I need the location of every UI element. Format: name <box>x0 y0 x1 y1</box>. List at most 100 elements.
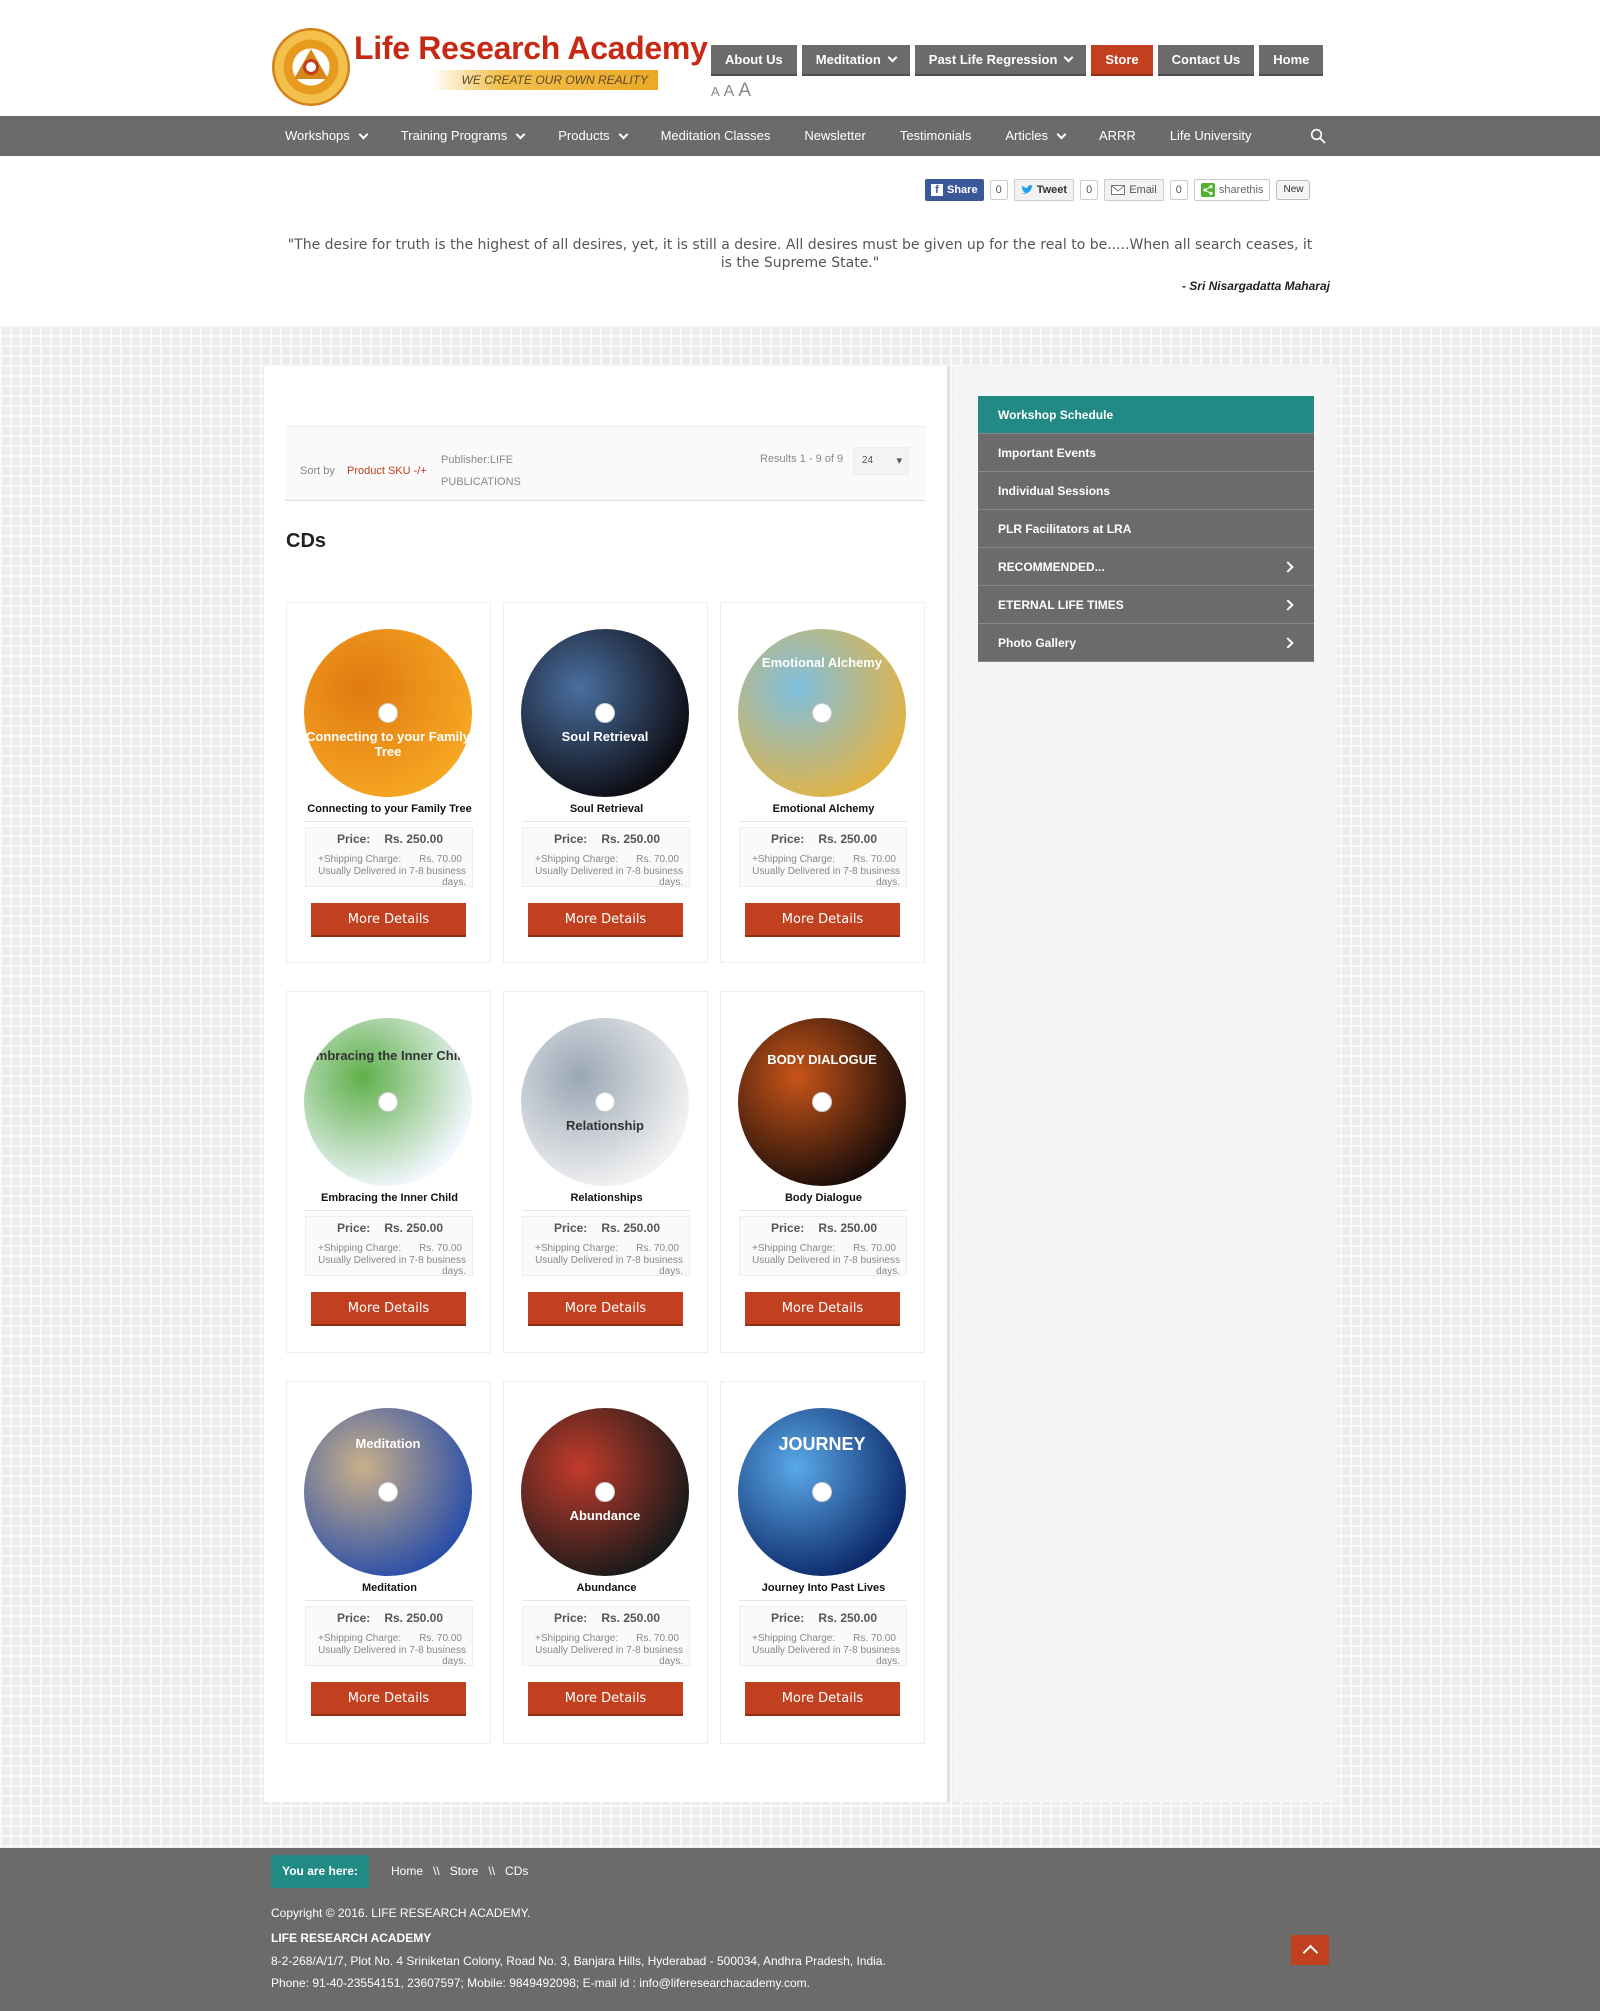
more-details-button[interactable]: More Details <box>528 1292 683 1326</box>
price-value: Rs. 250.00 <box>601 832 661 846</box>
product-name[interactable]: Soul Retrieval <box>504 803 709 815</box>
cd-cover-title: Relationship <box>565 1118 644 1133</box>
facebook-share-button[interactable]: f Share <box>925 179 984 201</box>
divider <box>522 821 690 822</box>
product-name[interactable]: Body Dialogue <box>721 1192 926 1204</box>
more-details-button[interactable]: More Details <box>528 903 683 937</box>
sidebar-item-label: PLR Facilitators at LRA <box>998 522 1132 536</box>
main-nav-products[interactable]: Products <box>558 116 629 156</box>
price-row: Price: Rs. 250.00 <box>306 1221 474 1235</box>
price-row: Price: Rs. 250.00 <box>740 1611 908 1625</box>
cd-cover-title: JOURNEY <box>778 1434 866 1454</box>
breadcrumb-item[interactable]: Store <box>450 1864 479 1878</box>
price-box: Price: Rs. 250.00 +Shipping Charge: Rs. 70.… <box>522 1216 690 1277</box>
product-name[interactable]: Embracing the Inner Child <box>287 1192 492 1204</box>
product-name[interactable]: Abundance <box>504 1582 709 1594</box>
site-logo[interactable]: Life Research Academy WE CREATE OUR OWN … <box>272 24 708 106</box>
product-name[interactable]: Journey Into Past Lives <box>721 1582 926 1594</box>
main-nav-workshops[interactable]: Workshops <box>285 116 369 156</box>
main-nav-arrr[interactable]: ARRR <box>1099 116 1136 156</box>
top-nav-meditation[interactable]: Meditation <box>801 45 910 76</box>
product-card: Emotional Alchemy Emotional Alchemy Price:… <box>720 602 925 963</box>
cd-hole <box>595 1092 615 1112</box>
sidebar-item-workshop-schedule[interactable]: Workshop Schedule <box>978 396 1314 434</box>
quote-text: "The desire for truth is the highest of … <box>287 237 1313 271</box>
sort-bar: Sort by Product SKU -/+ Publisher:LIFE P… <box>285 426 925 501</box>
more-details-button[interactable]: More Details <box>311 1292 466 1326</box>
price-value: Rs. 250.00 <box>818 1611 878 1625</box>
sort-label: Sort by <box>300 465 335 477</box>
divider <box>305 1600 473 1601</box>
main-nav-articles[interactable]: Articles <box>1005 116 1067 156</box>
sharethis-button[interactable]: sharethis <box>1193 179 1271 201</box>
sidebar-item-label: Photo Gallery <box>998 636 1077 650</box>
main-nav-label: Newsletter <box>804 128 866 143</box>
font-size-button[interactable]: A <box>711 84 720 99</box>
sidebar-item-important-events[interactable]: Important Events <box>978 434 1314 472</box>
per-page-select[interactable]: 24 <box>853 447 909 475</box>
main-nav-life-university[interactable]: Life University <box>1170 116 1252 156</box>
product-name[interactable]: Meditation <box>287 1582 492 1594</box>
footer-contact: Phone: 91-40-23554151, 23607597; Mobile:… <box>271 1976 810 1990</box>
main-nav-meditation-classes[interactable]: Meditation Classes <box>661 116 771 156</box>
shipping-value: Rs. 70.00 <box>636 1243 679 1254</box>
sidebar-item-recommended[interactable]: RECOMMENDED... <box>978 548 1314 586</box>
divider <box>739 821 907 822</box>
top-nav-home[interactable]: Home <box>1259 45 1324 76</box>
more-details-button[interactable]: More Details <box>745 1292 900 1326</box>
cd-hole <box>378 1482 398 1502</box>
cd-cover-image[interactable]: Emotional Alchemy <box>738 629 906 797</box>
main-nav-label: Life University <box>1169 128 1252 143</box>
main-navigation: Workshops Training Programs Products Medita… <box>0 116 1600 156</box>
sidebar-item-photo-gallery[interactable]: Photo Gallery <box>978 624 1314 662</box>
cd-cover-image[interactable]: Abundance <box>521 1408 689 1576</box>
shipping-label: +Shipping Charge: <box>318 854 402 865</box>
main-nav-label: Testimonials <box>899 128 972 143</box>
cd-cover-image[interactable]: Meditation <box>304 1408 472 1576</box>
cd-cover-title: Meditation <box>355 1436 421 1451</box>
email-share-button[interactable]: Email <box>1104 179 1164 201</box>
back-to-top-button[interactable] <box>1291 1935 1329 1965</box>
more-details-button[interactable]: More Details <box>311 1682 466 1716</box>
cd-cover-image[interactable]: Relationship <box>521 1018 689 1186</box>
delivery-info: Usually Delivered in 7-8 business days. <box>318 1645 466 1667</box>
cd-cover-image[interactable]: BODY DIALOGUE <box>738 1018 906 1186</box>
main-nav-testimonials[interactable]: Testimonials <box>900 116 972 156</box>
publisher-filter[interactable]: Publisher:LIFE PUBLICATIONS <box>441 449 531 493</box>
main-nav-newsletter[interactable]: Newsletter <box>804 116 865 156</box>
top-nav-past-life-regression[interactable]: Past Life Regression <box>914 45 1087 76</box>
cd-hole <box>812 1482 832 1502</box>
product-name[interactable]: Relationships <box>504 1192 709 1204</box>
breadcrumb-item[interactable]: Home <box>391 1864 423 1878</box>
product-card: Relationship Relationships Price: Rs. 250.0… <box>503 991 708 1353</box>
breadcrumb-item: CDs <box>505 1864 529 1878</box>
sidebar-item-individual-sessions[interactable]: Individual Sessions <box>978 472 1314 510</box>
footer-address: 8-2-268/A/1/7, Plot No. 4 Sriniketan Col… <box>271 1954 886 1968</box>
sidebar-item-eternal-life-times[interactable]: ETERNAL LIFE TIMES <box>978 586 1314 624</box>
cd-cover-image[interactable]: Connecting to your Family Tree <box>304 629 472 797</box>
more-details-button[interactable]: More Details <box>311 903 466 937</box>
tweet-button[interactable]: Tweet <box>1013 179 1075 201</box>
shipping-value: Rs. 70.00 <box>636 854 679 865</box>
top-nav-contact-us[interactable]: Contact Us <box>1157 45 1255 76</box>
more-details-button[interactable]: More Details <box>745 1682 900 1716</box>
more-details-button[interactable]: More Details <box>745 903 900 937</box>
chevron-down-icon <box>887 52 898 63</box>
cd-cover-image[interactable]: Soul Retrieval <box>521 629 689 797</box>
cd-cover-image[interactable]: JOURNEY <box>738 1408 906 1576</box>
cd-cover-image[interactable]: Embracing the Inner Child <box>304 1018 472 1186</box>
product-name[interactable]: Emotional Alchemy <box>721 803 926 815</box>
price-box: Price: Rs. 250.00 +Shipping Charge: Rs. 70.… <box>522 1606 690 1667</box>
top-nav-about-us[interactable]: About Us <box>711 45 797 76</box>
product-card: Meditation Meditation Price: Rs. 250.00 +Shi… <box>286 1381 491 1744</box>
font-size-button[interactable]: A <box>738 80 751 102</box>
sort-by-link[interactable]: Product SKU -/+ <box>347 465 427 477</box>
main-nav-training-programs[interactable]: Training Programs <box>401 116 526 156</box>
search-icon[interactable] <box>1310 128 1326 144</box>
product-name[interactable]: Connecting to your Family Tree <box>287 803 492 815</box>
top-nav-store[interactable]: Store <box>1091 45 1153 76</box>
more-details-button[interactable]: More Details <box>528 1682 683 1716</box>
delivery-info: Usually Delivered in 7-8 business days. <box>535 1255 683 1277</box>
sidebar-item-plr-facilitators-at-lra[interactable]: PLR Facilitators at LRA <box>978 510 1314 548</box>
font-size-button[interactable]: A <box>724 83 735 101</box>
